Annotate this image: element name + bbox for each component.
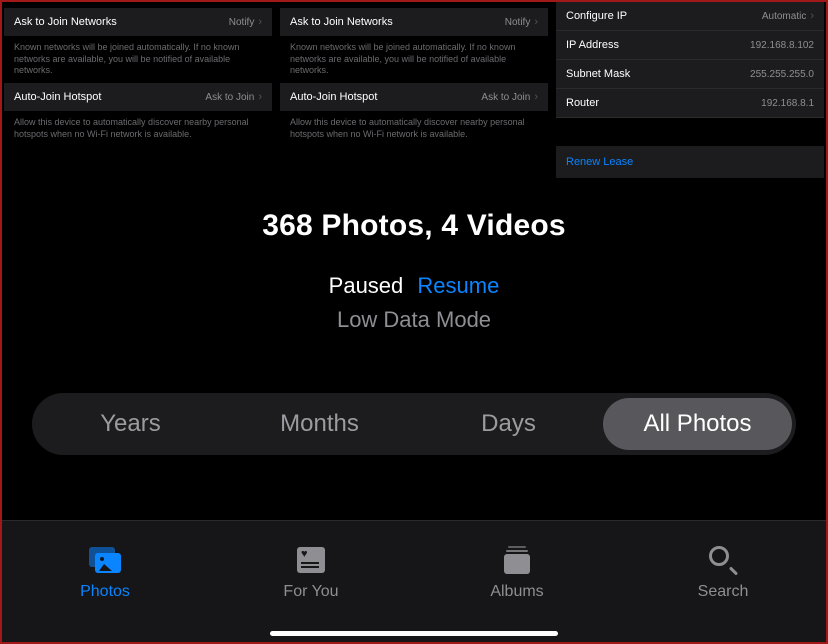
view-segmented-control: Years Months Days All Photos <box>32 393 796 455</box>
albums-icon <box>500 545 534 575</box>
chevron-right-icon: › <box>534 91 538 103</box>
photo-count: 368 Photos, 4 Videos <box>2 209 826 243</box>
resume-button[interactable]: Resume <box>417 273 499 298</box>
thumb-wifi-settings-a[interactable]: Ask to Join Networks Notify› Known netwo… <box>4 2 272 177</box>
row-ip-address: IP Address 192.168.8.102 <box>556 31 824 60</box>
low-data-mode-label: Low Data Mode <box>2 307 826 333</box>
segment-all-photos[interactable]: All Photos <box>603 398 792 450</box>
library-thumbnails: Ask to Join Networks Notify› Known netwo… <box>2 2 826 177</box>
library-summary: 368 Photos, 4 Videos Paused Resume Low D… <box>2 209 826 333</box>
tab-label: Photos <box>80 583 130 601</box>
row-router: Router 192.168.8.1 <box>556 89 824 118</box>
row-subnet-mask: Subnet Mask 255.255.255.0 <box>556 60 824 89</box>
tab-label: Search <box>698 583 749 601</box>
segment-years[interactable]: Years <box>36 398 225 450</box>
chevron-right-icon: › <box>534 16 538 28</box>
tab-label: For You <box>283 583 338 601</box>
thumb-ip-settings[interactable]: Configure IP Automatic› IP Address 192.1… <box>556 2 824 177</box>
chevron-right-icon: › <box>258 16 262 28</box>
home-indicator[interactable] <box>270 631 558 636</box>
row-ask-join: Ask to Join Networks Notify› <box>4 8 272 36</box>
sync-status: Paused Resume <box>2 273 826 299</box>
bottom-tab-bar: Photos For You Albums Search <box>2 520 826 642</box>
photos-icon <box>88 545 122 575</box>
renew-lease-link: Renew Lease <box>556 146 824 178</box>
tab-for-you[interactable]: For You <box>208 521 414 642</box>
tab-label: Albums <box>490 583 543 601</box>
tab-albums[interactable]: Albums <box>414 521 620 642</box>
tab-photos[interactable]: Photos <box>2 521 208 642</box>
chevron-right-icon: › <box>258 91 262 103</box>
paused-label: Paused <box>329 273 404 298</box>
segment-months[interactable]: Months <box>225 398 414 450</box>
row-configure-ip: Configure IP Automatic› <box>556 2 824 31</box>
row-auto-join: Auto-Join Hotspot Ask to Join› <box>280 83 548 111</box>
row-ask-join: Ask to Join Networks Notify› <box>280 8 548 36</box>
row-auto-join: Auto-Join Hotspot Ask to Join› <box>4 83 272 111</box>
search-icon <box>706 545 740 575</box>
segment-days[interactable]: Days <box>414 398 603 450</box>
chevron-right-icon: › <box>810 10 814 22</box>
tab-search[interactable]: Search <box>620 521 826 642</box>
thumb-wifi-settings-b[interactable]: Ask to Join Networks Notify› Known netwo… <box>280 2 548 177</box>
for-you-icon <box>294 545 328 575</box>
